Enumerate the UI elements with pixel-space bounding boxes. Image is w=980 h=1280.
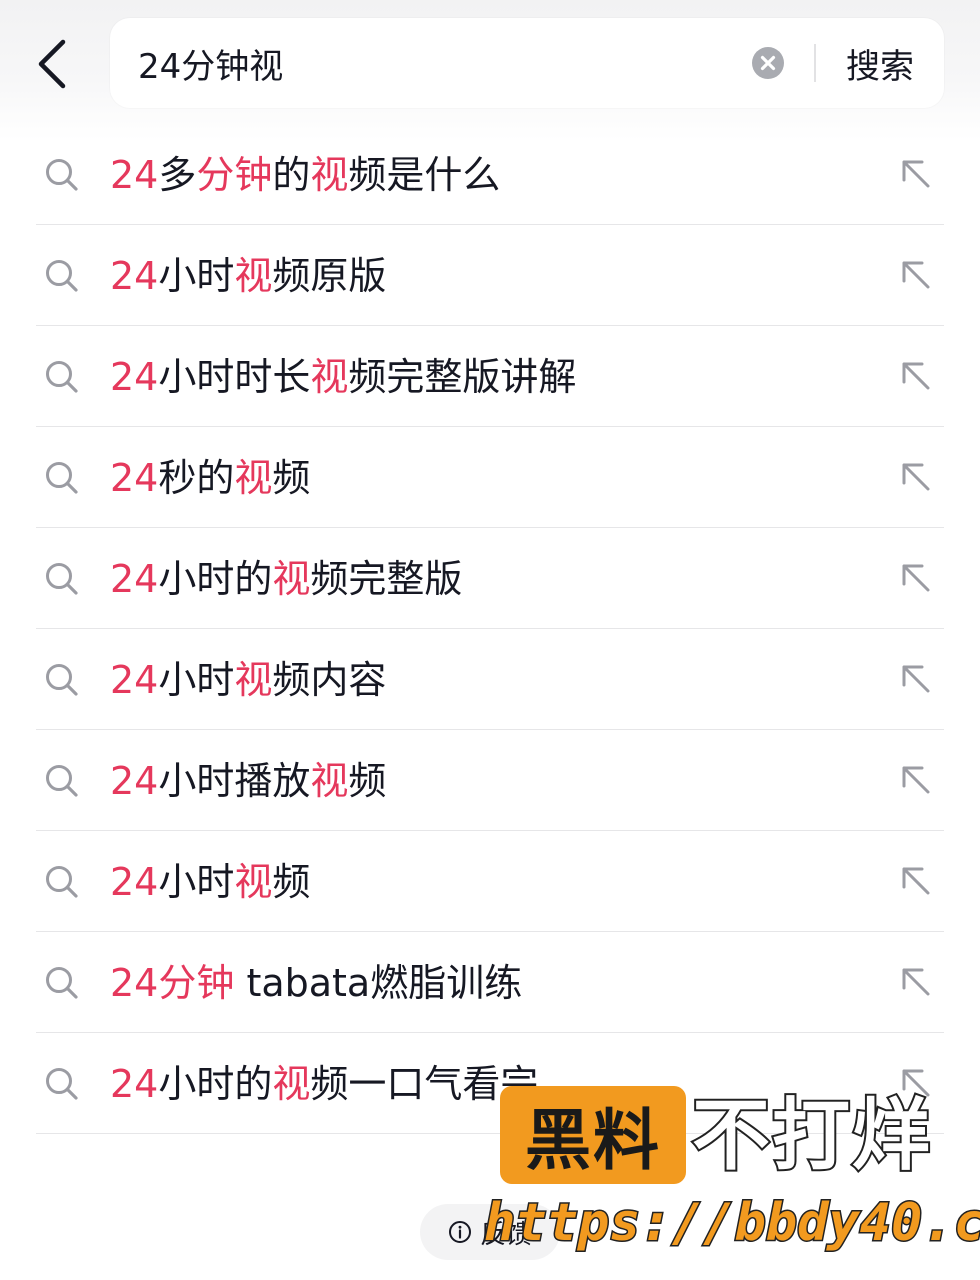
- suggestion-text: 小时: [158, 658, 235, 702]
- suggestion-text: 小时时长: [158, 355, 311, 399]
- highlighted-text: 24: [110, 456, 159, 500]
- clear-circle-icon[interactable]: [752, 47, 784, 79]
- back-button[interactable]: [22, 28, 82, 100]
- suggestion-text: 多: [158, 153, 197, 197]
- search-divider: [814, 44, 816, 82]
- suggestion-text: 频原版: [272, 254, 387, 298]
- info-icon: [448, 1221, 471, 1243]
- highlighted-text: 分钟: [196, 153, 273, 197]
- highlighted-text: 24: [110, 658, 159, 702]
- suggestion-text: 频: [348, 759, 387, 803]
- suggestion-label: 24分钟 tabata燃脂训练: [110, 956, 522, 1010]
- suggestion-text: 的: [272, 153, 311, 197]
- suggestion-text: 小时: [158, 860, 235, 904]
- search-icon: [46, 866, 78, 898]
- highlighted-text: 视: [272, 1062, 311, 1106]
- search-header: 搜索: [0, 0, 980, 126]
- search-submit-button[interactable]: 搜索: [830, 32, 930, 94]
- highlighted-text: 24: [110, 1062, 159, 1106]
- suggestion-text: 频完整版: [310, 557, 463, 601]
- suggestion-label: 24小时视频: [110, 855, 310, 909]
- suggestion-item[interactable]: 24小时播放视频: [36, 730, 944, 831]
- feedback-label: 反馈: [479, 1219, 532, 1250]
- suggestion-text: 小时: [158, 254, 235, 298]
- suggestion-item[interactable]: 24多分钟的视频是什么: [36, 124, 944, 225]
- highlighted-text: 视: [234, 860, 273, 904]
- suggestion-item[interactable]: 24小时的视频完整版: [36, 528, 944, 629]
- suggestion-item[interactable]: 24小时视频: [36, 831, 944, 932]
- highlighted-text: 视: [272, 557, 311, 601]
- highlighted-text: 24: [110, 557, 159, 601]
- highlighted-text: 24: [110, 860, 159, 904]
- arrow-up-left-icon[interactable]: [896, 255, 936, 295]
- highlighted-text: 视: [234, 658, 273, 702]
- suggestion-text: 小时播放: [158, 759, 311, 803]
- suggestion-label: 24小时视频原版: [110, 249, 386, 303]
- search-icon: [46, 765, 78, 797]
- highlighted-text: 24分钟: [110, 961, 235, 1005]
- feedback-button[interactable]: 反馈: [420, 1204, 560, 1260]
- chevron-left-icon: [38, 39, 66, 89]
- search-icon: [46, 664, 78, 696]
- search-icon: [46, 1068, 78, 1100]
- suggestion-item[interactable]: 24小时视频内容: [36, 629, 944, 730]
- search-icon: [46, 563, 78, 595]
- arrow-up-left-icon[interactable]: [896, 457, 936, 497]
- suggestion-text: 频一口气看完: [310, 1062, 539, 1106]
- arrow-up-left-icon[interactable]: [896, 558, 936, 598]
- arrow-up-left-icon[interactable]: [896, 659, 936, 699]
- search-suggestions-page: 搜索 24多分钟的视频是什么24小时视频原版24小时时长视频完整版讲解24秒的视…: [0, 0, 980, 1280]
- suggestion-label: 24小时时长视频完整版讲解: [110, 350, 576, 404]
- search-icon: [46, 462, 78, 494]
- arrow-up-left-icon[interactable]: [896, 861, 936, 901]
- suggestion-item[interactable]: 24小时视频原版: [36, 225, 944, 326]
- suggestion-text: 小时的: [158, 1062, 273, 1106]
- highlighted-text: 视: [234, 456, 273, 500]
- highlighted-text: 视: [310, 759, 349, 803]
- suggestion-list: 24多分钟的视频是什么 24小时视频原版 24小时时长视频完整版讲解 24秒的视频 24…: [0, 124, 980, 1134]
- arrow-up-left-icon[interactable]: [896, 154, 936, 194]
- highlighted-text: 24: [110, 153, 159, 197]
- arrow-up-left-icon[interactable]: [896, 1063, 936, 1103]
- search-box: 搜索: [110, 18, 944, 108]
- search-input[interactable]: [138, 36, 728, 90]
- highlighted-text: 视: [310, 355, 349, 399]
- suggestion-text: 频: [272, 860, 311, 904]
- highlighted-text: 视: [310, 153, 349, 197]
- search-icon: [46, 260, 78, 292]
- search-icon: [46, 361, 78, 393]
- suggestion-text: 频是什么: [348, 153, 501, 197]
- suggestion-text: 频内容: [272, 658, 387, 702]
- suggestion-item[interactable]: 24小时的视频一口气看完: [36, 1033, 944, 1134]
- arrow-up-left-icon[interactable]: [896, 962, 936, 1002]
- suggestion-label: 24小时的视频一口气看完: [110, 1057, 538, 1111]
- suggestion-item[interactable]: 24秒的视频: [36, 427, 944, 528]
- suggestion-label: 24秒的视频: [110, 451, 310, 505]
- suggestion-label: 24小时的视频完整版: [110, 552, 462, 606]
- suggestion-item[interactable]: 24分钟 tabata燃脂训练: [36, 932, 944, 1033]
- highlighted-text: 视: [234, 254, 273, 298]
- arrow-up-left-icon[interactable]: [896, 356, 936, 396]
- highlighted-text: 24: [110, 254, 159, 298]
- suggestion-text: 小时的: [158, 557, 273, 601]
- highlighted-text: 24: [110, 759, 159, 803]
- suggestion-label: 24小时视频内容: [110, 653, 386, 707]
- suggestion-text: tabata燃脂训练: [234, 961, 523, 1005]
- suggestion-label: 24多分钟的视频是什么: [110, 148, 500, 202]
- suggestion-text: 秒的: [158, 456, 235, 500]
- suggestion-item[interactable]: 24小时时长视频完整版讲解: [36, 326, 944, 427]
- search-icon: [46, 159, 78, 191]
- suggestion-text: 频完整版讲解: [348, 355, 577, 399]
- highlighted-text: 24: [110, 355, 159, 399]
- suggestion-text: 频: [272, 456, 311, 500]
- suggestion-label: 24小时播放视频: [110, 754, 386, 808]
- arrow-up-left-icon[interactable]: [896, 760, 936, 800]
- search-icon: [46, 967, 78, 999]
